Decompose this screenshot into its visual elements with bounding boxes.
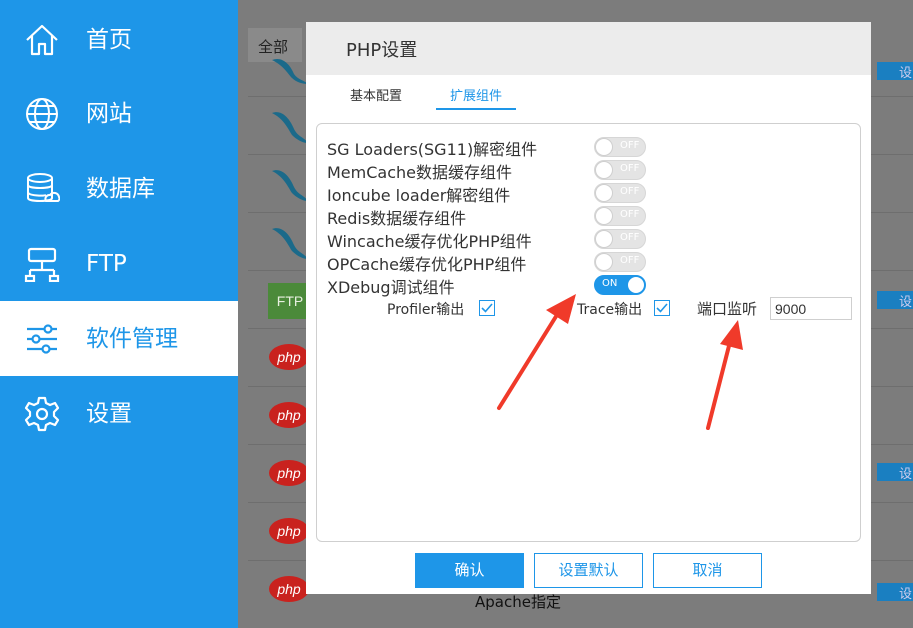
tab-extensions[interactable]: 扩展组件 <box>436 88 517 110</box>
toggle-knob <box>595 184 613 202</box>
toggle-state: OFF <box>620 232 640 243</box>
svg-text:php: php <box>276 523 301 539</box>
svg-text:php: php <box>276 581 301 597</box>
checkmark-icon <box>656 303 668 313</box>
checkmark-icon <box>481 303 493 313</box>
toggle-knob <box>627 276 645 294</box>
nav-item-ftp[interactable]: FTP <box>0 226 238 301</box>
tab-basic-config[interactable]: 基本配置 <box>350 88 402 110</box>
sliders-icon <box>24 321 60 357</box>
dialog-header: PHP设置 <box>306 22 871 75</box>
nav-item-settings[interactable]: 设置 <box>0 376 238 451</box>
toggle-memcache[interactable]: OFF <box>594 160 646 180</box>
set-default-button[interactable]: 设置默认 <box>534 553 643 588</box>
database-icon <box>24 171 61 207</box>
nav-item-label: 设置 <box>86 401 132 427</box>
settings-button[interactable]: 设 <box>877 463 913 482</box>
toggle-opcache[interactable]: OFF <box>594 252 646 272</box>
php-icon: php <box>268 459 310 491</box>
php-icon: php <box>268 517 310 549</box>
nav-item-label: 首页 <box>86 27 132 53</box>
svg-text:php: php <box>276 407 301 423</box>
extension-label: OPCache缓存优化PHP组件 <box>327 255 527 274</box>
extension-label: SG Loaders(SG11)解密组件 <box>327 140 538 159</box>
toggle-ioncube[interactable]: OFF <box>594 183 646 203</box>
php-icon: php <box>268 401 310 433</box>
svg-text:php: php <box>276 465 301 481</box>
profiler-output-checkbox[interactable] <box>479 300 495 316</box>
extension-label: Wincache缓存优化PHP组件 <box>327 232 532 251</box>
nav-item-label: 网站 <box>86 101 132 127</box>
globe-icon <box>24 96 60 132</box>
nav-item-website[interactable]: 网站 <box>0 76 238 151</box>
cancel-button[interactable]: 取消 <box>653 553 762 588</box>
toggle-state: OFF <box>620 255 640 266</box>
svg-text:php: php <box>276 349 301 365</box>
php-settings-dialog: PHP设置 基本配置 扩展组件 SG Loaders(SG11)解密组件 OFF… <box>306 22 871 594</box>
settings-button[interactable]: 设 <box>877 583 913 602</box>
toggle-knob <box>595 230 613 248</box>
port-listen-label: 端口监听 <box>697 300 758 318</box>
ftp-icon <box>24 246 60 283</box>
settings-button[interactable]: 设 <box>877 291 913 310</box>
apache-label: Apache指定 <box>475 593 561 611</box>
home-icon <box>24 22 60 58</box>
profiler-output-label: Profiler输出 <box>387 302 465 318</box>
toggle-state: OFF <box>620 209 640 220</box>
toggle-state: ON <box>602 278 618 289</box>
toggle-redis[interactable]: OFF <box>594 206 646 226</box>
toggle-knob <box>595 207 613 225</box>
nav-item-database[interactable]: 数据库 <box>0 151 238 226</box>
trace-output-checkbox[interactable] <box>654 300 670 316</box>
sidebar: 首页 网站 数据库 FTP 软件管理 设置 <box>0 0 238 628</box>
dialog-title: PHP设置 <box>346 40 418 61</box>
trace-output-label: Trace输出 <box>577 302 643 318</box>
toggle-sg11[interactable]: OFF <box>594 137 646 157</box>
confirm-button[interactable]: 确认 <box>415 553 524 588</box>
nav-item-label: 软件管理 <box>86 326 178 352</box>
php-icon: php <box>268 343 310 375</box>
extension-label: Ioncube loader解密组件 <box>327 186 511 205</box>
toggle-state: OFF <box>620 163 640 174</box>
extension-label: Redis数据缓存组件 <box>327 209 467 228</box>
extension-label: XDebug调试组件 <box>327 278 455 297</box>
nav-item-software[interactable]: 软件管理 <box>0 301 238 376</box>
nav-item-label: 数据库 <box>86 176 155 202</box>
port-input[interactable] <box>770 297 852 320</box>
gear-icon <box>24 396 60 432</box>
nav-item-label: FTP <box>86 251 127 277</box>
extensions-panel: SG Loaders(SG11)解密组件 OFF MemCache数据缓存组件 … <box>316 123 861 542</box>
toggle-state: OFF <box>620 186 640 197</box>
toggle-wincache[interactable]: OFF <box>594 229 646 249</box>
toggle-knob <box>595 138 613 156</box>
nav-item-home[interactable]: 首页 <box>0 2 238 77</box>
toggle-knob <box>595 253 613 271</box>
toggle-state: OFF <box>620 140 640 151</box>
settings-button[interactable]: 设 <box>877 62 913 81</box>
toggle-knob <box>595 161 613 179</box>
toggle-xdebug[interactable]: ON <box>594 275 646 295</box>
extension-label: MemCache数据缓存组件 <box>327 163 512 182</box>
php-icon: php <box>268 575 310 607</box>
